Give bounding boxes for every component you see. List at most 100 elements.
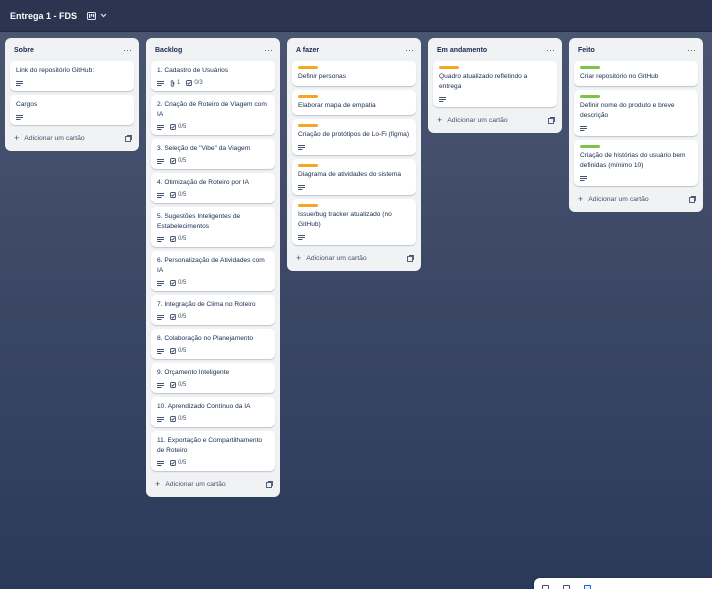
list-title[interactable]: Sobre (14, 47, 34, 54)
card-label[interactable] (298, 95, 318, 98)
checklist-icon (170, 416, 176, 422)
card[interactable]: 8. Colaboração no Planejamento 0/5 (151, 329, 275, 359)
list-title[interactable]: A fazer (296, 47, 319, 54)
card[interactable]: Link do repositório GitHub: (10, 61, 134, 91)
card-badges: 0/5 (157, 459, 269, 467)
card-label[interactable] (580, 95, 600, 98)
list-menu-icon[interactable]: ··· (546, 46, 555, 55)
card[interactable]: 6. Personalização de Atividades com IA 0/… (151, 251, 275, 291)
description-badge (157, 124, 164, 130)
checklist-badge: 0/5 (170, 236, 186, 242)
list-1: Backlog ··· 1. Cadastro de Usuários 1 0/3 2. … (146, 38, 280, 497)
description-icon (16, 80, 23, 86)
card-template-icon[interactable] (689, 195, 696, 203)
list-2: A fazer ··· Definir personas Elaborar mapa … (287, 38, 421, 271)
board-title[interactable]: Entrega 1 - FDS (10, 11, 77, 21)
card-title: 6. Personalização de Atividades com IA (157, 257, 265, 274)
plus-icon: + (437, 115, 443, 125)
list-menu-icon[interactable]: ··· (264, 46, 273, 55)
card-template-icon[interactable] (125, 134, 132, 142)
add-card-label: Adicionar um cartão (306, 254, 367, 262)
card-badges: 0/5 (157, 313, 269, 321)
inbox-icon (542, 584, 549, 589)
card-label[interactable] (439, 66, 459, 69)
card[interactable]: 2. Criação de Roteiro de Viagem com IA 0/… (151, 95, 275, 135)
card[interactable]: Issue/bug tracker atualizado (no GitHub) (292, 199, 416, 245)
checklist-icon (170, 348, 176, 354)
checklist-badge: 0/5 (170, 280, 186, 286)
card[interactable]: Criação de protótipos de Lo-Fi (figma) (292, 119, 416, 155)
add-card-button[interactable]: + Adicionar um cartão (10, 129, 134, 147)
card[interactable]: Definir personas (292, 61, 416, 86)
description-badge (157, 314, 164, 320)
card[interactable]: Criar repositório no GitHub (574, 61, 698, 86)
card-badges (298, 183, 410, 191)
card[interactable]: Criação de histórias do usuário bem defi… (574, 140, 698, 186)
card[interactable]: 7. Integração de Clima no Roteiro 0/5 (151, 295, 275, 325)
description-icon (298, 234, 305, 240)
card-template-icon[interactable] (407, 254, 414, 262)
calendar-icon (563, 584, 570, 589)
card-label[interactable] (298, 124, 318, 127)
card-label[interactable] (298, 164, 318, 167)
card-badges: 0/5 (157, 123, 269, 131)
description-icon (157, 382, 164, 388)
add-card-left: + Adicionar um cartão (437, 115, 508, 125)
card[interactable]: Diagrama de atividades do sistema (292, 159, 416, 195)
card[interactable]: 4. Otimização de Roteiro por IA 0/5 (151, 173, 275, 203)
card[interactable]: 5. Sugestões Inteligentes de Estabelecim… (151, 207, 275, 247)
attachment-icon (170, 79, 175, 87)
card-title: Cargos (16, 101, 38, 108)
bottom-bar-item[interactable] (563, 584, 570, 589)
board-view-switcher[interactable] (87, 11, 107, 20)
plus-icon: + (14, 133, 20, 143)
card-badges: 0/5 (157, 157, 269, 165)
add-card-button[interactable]: + Adicionar um cartão (574, 190, 698, 208)
card-template-icon[interactable] (266, 480, 273, 488)
card[interactable]: 9. Orçamento Inteligente 0/5 (151, 363, 275, 393)
list-header: Sobre ··· (10, 42, 134, 58)
checklist-count: 0/5 (178, 460, 187, 466)
list-title[interactable]: Backlog (155, 47, 182, 54)
description-icon (16, 114, 23, 120)
card-label[interactable] (298, 204, 318, 207)
add-card-button[interactable]: + Adicionar um cartão (292, 249, 416, 267)
description-icon (157, 80, 164, 86)
card[interactable]: Quadro atualizado refletindo a entrega (433, 61, 557, 107)
card-title: Link do repositório GitHub: (16, 67, 95, 74)
bottom-bar-item[interactable] (584, 584, 591, 589)
description-icon (157, 158, 164, 164)
bottom-bar-item[interactable] (542, 584, 549, 589)
chevron-down-icon (100, 13, 107, 18)
list-4: Feito ··· Criar repositório no GitHub Defin… (569, 38, 703, 212)
checklist-icon (170, 382, 176, 388)
description-badge (157, 382, 164, 388)
card[interactable]: 3. Seleção de "Vibe" da Viagem 0/5 (151, 139, 275, 169)
checklist-badge: 0/5 (170, 124, 186, 130)
checklist-count: 0/5 (178, 158, 187, 164)
card[interactable]: 1. Cadastro de Usuários 1 0/3 (151, 61, 275, 91)
card-badges: 0/5 (157, 415, 269, 423)
card-label[interactable] (580, 145, 600, 148)
card[interactable]: Elaborar mapa de empatia (292, 90, 416, 115)
card[interactable]: 11. Exportação e Compartilhamento de Rot… (151, 431, 275, 471)
description-icon (157, 314, 164, 320)
card[interactable]: Cargos (10, 95, 134, 125)
description-badge (157, 192, 164, 198)
card-label[interactable] (580, 66, 600, 69)
card[interactable]: 10. Aprendizado Contínuo da IA 0/5 (151, 397, 275, 427)
card-badges (16, 79, 128, 87)
add-card-button[interactable]: + Adicionar um cartão (151, 475, 275, 493)
card[interactable]: Definir nome do produto e breve descriçã… (574, 90, 698, 136)
list-title[interactable]: Em andamento (437, 47, 487, 54)
add-card-button[interactable]: + Adicionar um cartão (433, 111, 557, 129)
list-0: Sobre ··· Link do repositório GitHub: Cargo… (5, 38, 139, 151)
list-menu-icon[interactable]: ··· (123, 46, 132, 55)
card-template-icon[interactable] (548, 116, 555, 124)
list-header: Em andamento ··· (433, 42, 557, 58)
list-title[interactable]: Feito (578, 47, 595, 54)
list-menu-icon[interactable]: ··· (405, 46, 414, 55)
list-menu-icon[interactable]: ··· (687, 46, 696, 55)
card-label[interactable] (298, 66, 318, 69)
checklist-icon (170, 314, 176, 320)
